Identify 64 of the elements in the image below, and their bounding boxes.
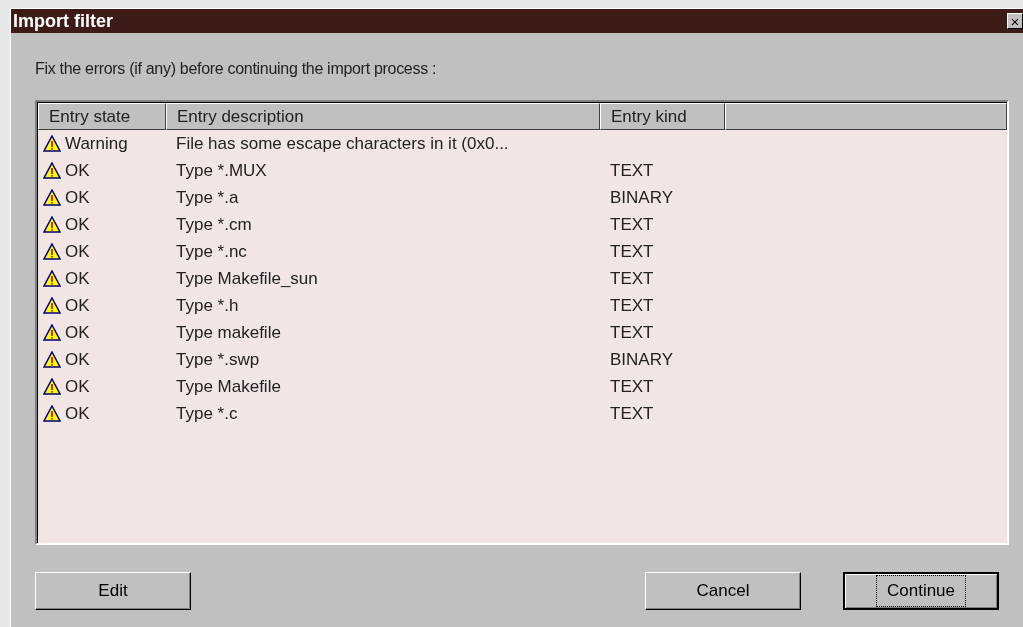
- entry-state: OK: [65, 402, 90, 425]
- entry-kind: TEXT: [610, 160, 654, 180]
- entry-state: OK: [65, 267, 90, 290]
- entry-state: OK: [65, 240, 90, 263]
- entry-state: OK: [65, 348, 90, 371]
- list-row[interactable]: OK Type Makefile_sun TEXT: [37, 265, 1007, 292]
- continue-button[interactable]: Continue: [843, 572, 999, 610]
- warning-icon: [43, 162, 61, 179]
- window-title: Import filter: [13, 12, 113, 30]
- column-header[interactable]: Entry kind: [600, 103, 725, 130]
- entry-kind: BINARY: [610, 349, 673, 369]
- entry-kind: TEXT: [610, 241, 654, 261]
- entry-state: Warning: [65, 132, 128, 155]
- entry-state: OK: [65, 321, 90, 344]
- entry-state: OK: [65, 159, 90, 182]
- list-row[interactable]: OK Type *.nc TEXT: [37, 238, 1007, 265]
- warning-icon: [43, 270, 61, 287]
- entry-description: Type *.nc: [176, 241, 247, 261]
- warning-icon: [43, 351, 61, 368]
- close-button[interactable]: ×: [1007, 13, 1023, 29]
- cancel-button[interactable]: Cancel: [645, 572, 801, 610]
- entry-state: OK: [65, 294, 90, 317]
- warning-icon: [43, 135, 61, 152]
- list-row[interactable]: OK Type *.swp BINARY: [37, 346, 1007, 373]
- list-row[interactable]: OK Type *.c TEXT: [37, 400, 1007, 427]
- instruction-text: Fix the errors (if any) before continuing the import process :: [35, 59, 438, 79]
- list-row[interactable]: OK Type *.MUX TEXT: [37, 157, 1007, 184]
- entry-description: Type *.MUX: [176, 160, 267, 180]
- column-header[interactable]: [725, 103, 1007, 130]
- entry-description: Type Makefile_sun: [176, 268, 318, 288]
- entry-description: Type *.swp: [176, 349, 260, 369]
- warning-icon: [43, 378, 61, 395]
- entry-description: Type *.cm: [176, 214, 252, 234]
- warning-icon: [43, 405, 61, 422]
- list-row[interactable]: Warning File has some escape characters in it (0x0...: [37, 130, 1007, 157]
- entry-kind: TEXT: [610, 376, 654, 396]
- entry-state: OK: [65, 375, 90, 398]
- edit-button[interactable]: Edit: [35, 572, 191, 610]
- list-row[interactable]: OK Type *.cm TEXT: [37, 211, 1007, 238]
- entry-kind: BINARY: [610, 187, 673, 207]
- column-header[interactable]: Entry state: [38, 103, 166, 130]
- warning-icon: [43, 324, 61, 341]
- list-row[interactable]: OK Type Makefile TEXT: [37, 373, 1007, 400]
- entry-description: Type makefile: [176, 322, 281, 342]
- entry-kind: TEXT: [610, 268, 654, 288]
- warning-icon: [43, 216, 61, 233]
- entry-kind: TEXT: [610, 403, 654, 423]
- entry-description: Type *.c: [176, 403, 238, 423]
- entry-state: OK: [65, 213, 90, 236]
- entry-description: Type *.a: [176, 187, 239, 207]
- warning-icon: [43, 189, 61, 206]
- entry-kind: TEXT: [610, 214, 654, 234]
- entry-description: Type Makefile: [176, 376, 281, 396]
- column-header[interactable]: Entry description: [166, 103, 600, 130]
- entry-state: OK: [65, 186, 90, 209]
- warning-icon: [43, 243, 61, 260]
- list-row[interactable]: OK Type *.a BINARY: [37, 184, 1007, 211]
- warning-icon: [43, 297, 61, 314]
- entry-kind: TEXT: [610, 322, 654, 342]
- list-row[interactable]: OK Type *.h TEXT: [37, 292, 1007, 319]
- entry-description: Type *.h: [176, 295, 239, 315]
- entry-kind: TEXT: [610, 295, 654, 315]
- list-row[interactable]: OK Type makefile TEXT: [37, 319, 1007, 346]
- entry-description: File has some escape characters in it (0x0...: [176, 133, 509, 153]
